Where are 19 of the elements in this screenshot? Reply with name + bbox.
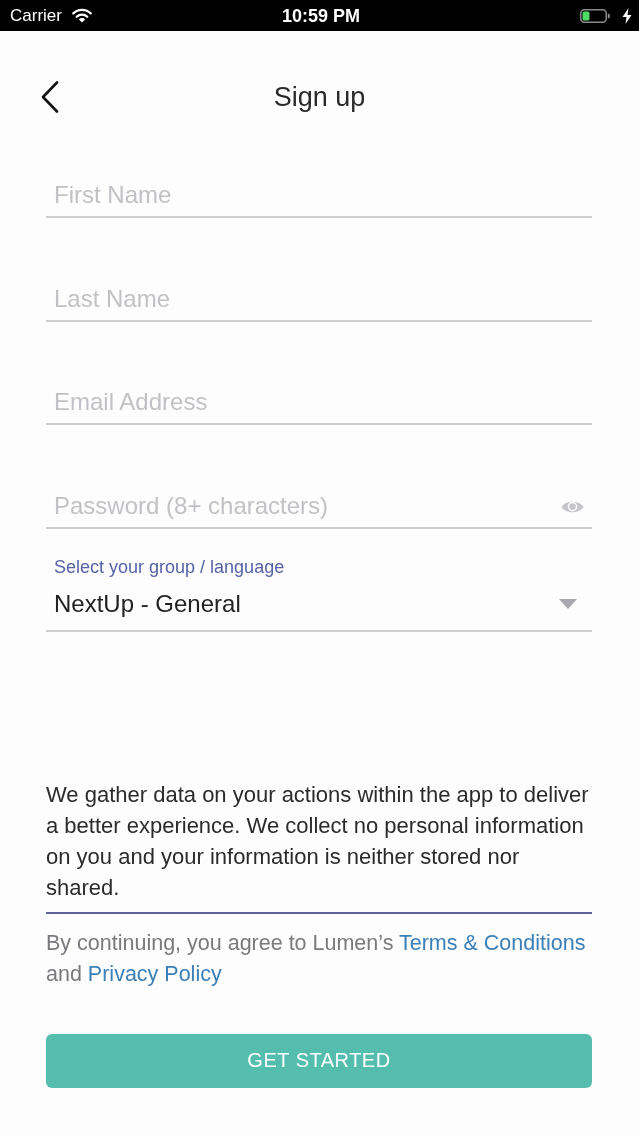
carrier-label: Carrier	[10, 5, 62, 26]
password-field[interactable]: Password (8+ characters)	[46, 473, 592, 529]
back-button[interactable]	[40, 81, 60, 113]
text-link[interactable]: Terms & Conditions	[399, 930, 586, 955]
battery-icon	[580, 8, 610, 23]
lightning-bolt-icon	[622, 7, 632, 24]
page-title: Sign up	[273, 81, 366, 114]
wifi-icon	[71, 8, 92, 23]
status-time: 10:59 PM	[281, 5, 360, 26]
privacy-notice: We gather data on your actions within the app to deliver a better experience. We collect no personal information on you and your information is neither stored nor shared.	[46, 780, 590, 902]
chevron-left-icon	[40, 81, 60, 113]
get-started-button[interactable]: GET STARTED	[46, 1033, 592, 1088]
terms-notice: By continuing, you agree to Lumen’s Terms & Conditions and Privacy Policy	[46, 929, 587, 988]
caret-down-icon	[559, 598, 577, 609]
input-field[interactable]: Last Name	[46, 266, 592, 322]
group-select[interactable]: Select your group / language NextUp - General	[46, 555, 592, 632]
text-link[interactable]: Privacy Policy	[87, 961, 222, 986]
input-field[interactable]: First Name	[46, 163, 592, 218]
input-field[interactable]: Email Address	[46, 370, 592, 425]
